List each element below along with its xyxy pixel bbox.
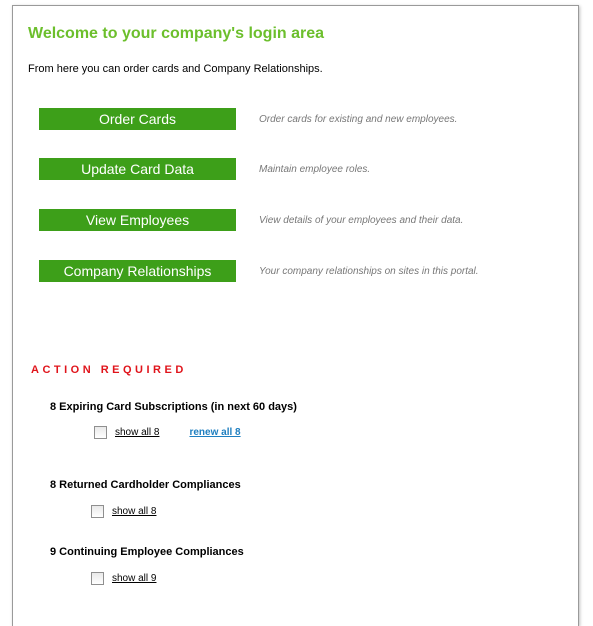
company-relationships-button[interactable]: Company Relationships — [39, 260, 236, 282]
returned-show-all-link[interactable]: show all 8 — [112, 506, 156, 517]
returned-compliances-checkbox[interactable] — [91, 505, 104, 518]
continuing-compliances-title: 9 Continuing Employee Compliances — [50, 546, 244, 558]
expiring-subscriptions-title: 8 Expiring Card Subscriptions (in next 6… — [50, 401, 297, 413]
menu-row-update-card-data: Update Card Data Maintain employee roles… — [39, 158, 370, 180]
page-title: Welcome to your company's login area — [28, 25, 325, 42]
renew-all-link[interactable]: renew all 8 — [189, 427, 240, 438]
expiring-subscriptions-options: show all 8 renew all 8 — [94, 426, 241, 439]
menu-row-order-cards: Order Cards Order cards for existing and… — [39, 108, 457, 130]
update-card-data-description: Maintain employee roles. — [259, 163, 371, 175]
returned-compliances-options: show all 8 — [91, 505, 156, 518]
update-card-data-button[interactable]: Update Card Data — [39, 158, 236, 180]
menu-row-company-relationships: Company Relationships Your company relat… — [39, 260, 479, 282]
action-required-heading: ACTION REQUIRED — [31, 364, 187, 376]
view-employees-description: View details of your employees and their… — [259, 214, 464, 226]
order-cards-description: Order cards for existing and new employe… — [259, 113, 458, 125]
continuing-compliances-options: show all 9 — [91, 572, 156, 585]
order-cards-button[interactable]: Order Cards — [39, 108, 236, 130]
intro-text: From here you can order cards and Compan… — [28, 63, 323, 75]
expiring-subscriptions-checkbox[interactable] — [94, 426, 107, 439]
expiring-show-all-link[interactable]: show all 8 — [115, 427, 159, 438]
continuing-compliances-checkbox[interactable] — [91, 572, 104, 585]
continuing-show-all-link[interactable]: show all 9 — [112, 573, 156, 584]
menu-row-view-employees: View Employees View details of your empl… — [39, 209, 463, 231]
login-area-panel — [12, 5, 579, 626]
view-employees-button[interactable]: View Employees — [39, 209, 236, 231]
returned-compliances-title: 8 Returned Cardholder Compliances — [50, 479, 241, 491]
company-relationships-description: Your company relationships on sites in t… — [259, 265, 479, 277]
